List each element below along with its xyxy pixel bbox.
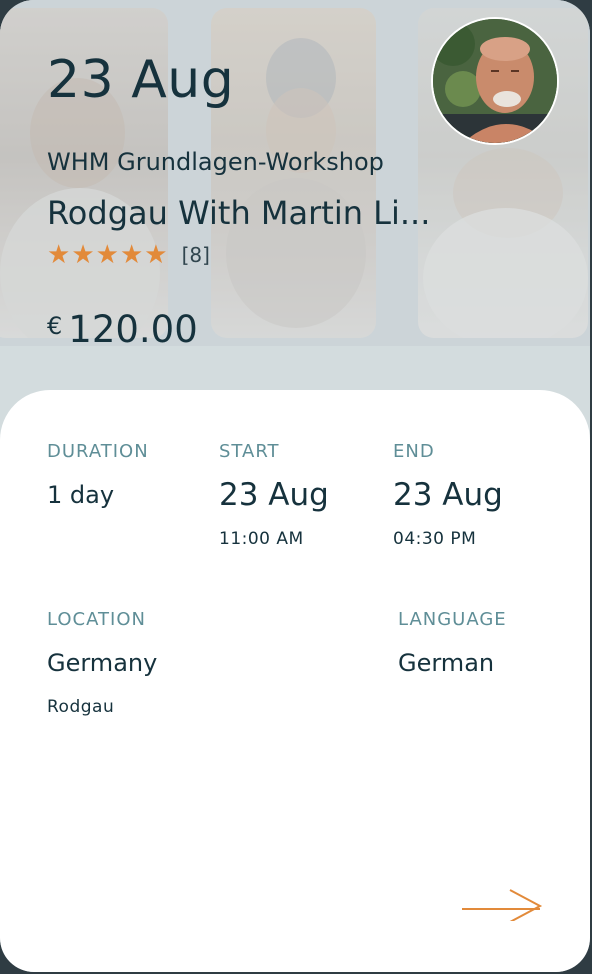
star-icon: ★ — [119, 240, 144, 270]
star-icon: ★ — [47, 240, 71, 270]
avatar-photo — [433, 19, 557, 143]
price-amount: 120.00 — [68, 308, 198, 346]
start-date: 23 Aug — [219, 477, 329, 513]
arrow-right-icon — [462, 889, 543, 923]
event-type: WHM Grundlagen-Workshop — [47, 148, 384, 176]
star-rating: ★ ★ ★ ★ ★ — [47, 242, 168, 268]
instructor-avatar[interactable] — [431, 17, 559, 145]
event-details: DURATION 1 day START 23 Aug 11:00 AM END… — [0, 390, 590, 972]
next-button[interactable] — [460, 887, 544, 923]
start-label: START — [219, 441, 280, 462]
location-city: Rodgau — [47, 697, 115, 717]
location-country: Germany — [47, 649, 158, 677]
review-count: [8] — [181, 243, 210, 267]
event-date: 23 Aug — [47, 50, 235, 110]
language-label: LANGUAGE — [398, 609, 507, 630]
hero-section: 23 Aug WHM Grundlagen-Workshop Rodgau Wi… — [0, 0, 590, 346]
star-icon: ★ — [95, 240, 119, 270]
location-label: LOCATION — [47, 609, 146, 630]
event-card[interactable]: 23 Aug WHM Grundlagen-Workshop Rodgau Wi… — [0, 0, 590, 972]
event-title[interactable]: Rodgau With Martin Li... — [47, 194, 437, 232]
price: €120.00 — [47, 308, 198, 346]
language-value: German — [398, 649, 495, 677]
duration-label: DURATION — [47, 441, 149, 462]
rating: ★ ★ ★ ★ ★ [8] — [47, 242, 210, 268]
duration-value: 1 day — [47, 481, 115, 509]
price-currency: € — [47, 312, 63, 340]
start-time: 11:00 AM — [219, 529, 304, 549]
end-date: 23 Aug — [393, 477, 503, 513]
star-icon: ★ — [71, 240, 95, 270]
end-time: 04:30 PM — [393, 529, 477, 549]
star-icon: ★ — [144, 240, 168, 270]
end-label: END — [393, 441, 435, 462]
